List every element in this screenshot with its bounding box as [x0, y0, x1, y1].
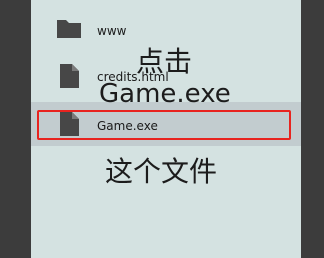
folder-icon: [57, 20, 81, 38]
left-edge: [0, 0, 31, 258]
right-edge: [301, 0, 324, 258]
annotation-filename: Game.exe: [99, 79, 231, 109]
file-row-label: www: [97, 24, 127, 38]
annotation-click: 点击: [136, 45, 193, 78]
highlight-box: [37, 110, 291, 140]
annotation-this-file: 这个文件: [105, 155, 218, 188]
file-icon: [60, 64, 79, 88]
